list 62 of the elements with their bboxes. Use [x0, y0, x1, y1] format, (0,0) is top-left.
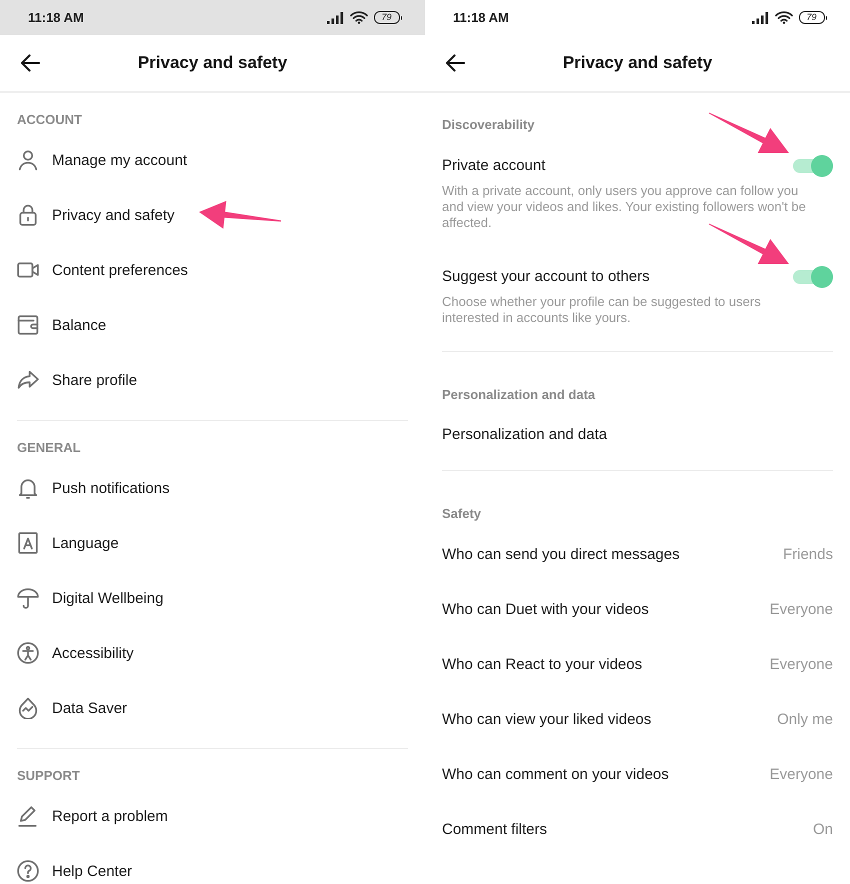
status-time: 11:18 AM: [453, 10, 509, 25]
setting-row[interactable]: Who can send you direct messages Friends: [442, 544, 833, 564]
toggle-switch[interactable]: [793, 266, 833, 288]
setting-value: Only me: [777, 710, 833, 728]
setting-row[interactable]: Comment filters On: [442, 819, 833, 839]
menu-item[interactable]: Share profile: [17, 368, 138, 392]
setting-value: Everyone: [770, 600, 833, 618]
battery-indicator: 79: [798, 11, 827, 24]
screen-title: Privacy and safety: [136, 53, 288, 73]
menu-item[interactable]: Report a problem: [17, 804, 168, 828]
menu-item[interactable]: Language: [17, 531, 119, 555]
lock-icon: [17, 204, 39, 226]
menu-item[interactable]: Accessibility: [17, 641, 134, 665]
setting-row[interactable]: Who can React to your videos Everyone: [442, 654, 833, 674]
setting-row[interactable]: Who can Duet with your videos Everyone: [442, 599, 833, 619]
back-button[interactable]: [20, 54, 40, 72]
menu-item[interactable]: Content preferences: [17, 258, 188, 282]
section-title: Personalization and data: [442, 386, 596, 404]
setting-description: With a private account, only users you approve can follow you and view your videos and likes. Your existing followers won't be affected.: [442, 183, 807, 231]
setting-value: On: [812, 820, 833, 838]
share-icon: [17, 369, 39, 391]
help-icon: [17, 860, 39, 882]
umbrella-icon: [17, 587, 39, 609]
menu-item[interactable]: Balance: [17, 313, 106, 337]
section-title: Discoverability: [442, 116, 536, 134]
setting-value: Everyone: [770, 766, 833, 782]
back-arrow-icon: [20, 54, 40, 72]
menu-item[interactable]: Data Saver: [17, 696, 128, 720]
pencil-icon: [17, 805, 39, 827]
back-arrow-icon: [445, 54, 465, 72]
menu-item[interactable]: Push notifications: [17, 476, 170, 500]
menu-item[interactable]: Privacy and safety: [17, 203, 175, 227]
setting-label: Private account: [442, 156, 546, 176]
menu-item[interactable]: Personalization and data: [442, 425, 608, 445]
setting-row[interactable]: Who can comment on your videos Everyone: [442, 764, 833, 784]
signal-icon: [752, 12, 768, 24]
section-title: GENERAL: [17, 439, 82, 457]
section-title: ACCOUNT: [17, 111, 83, 129]
status-time: 11:18 AM: [28, 10, 84, 25]
drop-icon: [17, 697, 39, 719]
menu-item[interactable]: Digital Wellbeing: [17, 586, 164, 610]
setting-value: Friends: [782, 546, 833, 562]
back-button[interactable]: [445, 54, 465, 72]
setting-row[interactable]: Who can view your liked videos Only me: [442, 709, 833, 729]
menu-item[interactable]: Help Center: [17, 859, 132, 883]
person-icon: [17, 149, 39, 171]
setting-label: Suggest your account to others: [442, 267, 650, 287]
screen-title: Privacy and safety: [562, 53, 714, 73]
section-title: SUPPORT: [17, 767, 81, 785]
toggle-switch[interactable]: [793, 155, 833, 177]
letter-box-icon: [17, 532, 39, 554]
wifi-icon: [774, 11, 792, 24]
accessibility-icon: [17, 642, 39, 664]
section-title: Safety: [442, 505, 482, 523]
menu-item[interactable]: Manage my account: [17, 148, 188, 172]
battery-indicator: 79: [374, 11, 402, 24]
bell-icon: [17, 477, 39, 499]
setting-description: Choose whether your profile can be suggested to users interested in accounts like yours.: [442, 294, 762, 326]
wallet-icon: [17, 314, 39, 336]
wifi-icon: [350, 11, 368, 24]
setting-value: Everyone: [770, 656, 833, 672]
signal-icon: [326, 12, 344, 24]
